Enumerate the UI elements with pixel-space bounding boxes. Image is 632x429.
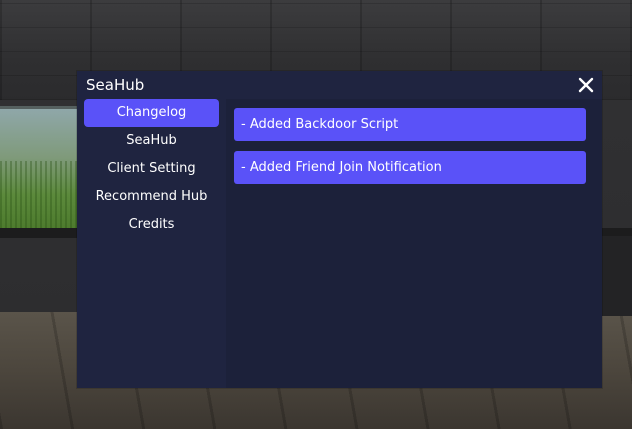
sidebar-item-recommend-hub[interactable]: Recommend Hub xyxy=(84,183,219,211)
close-button[interactable] xyxy=(574,73,598,97)
changelog-entry: - Added Friend Join Notification xyxy=(234,151,586,184)
dark-object-background xyxy=(602,236,632,316)
sidebar: Changelog SeaHub Client Setting Recommen… xyxy=(77,99,226,388)
title-bar[interactable]: SeaHub xyxy=(77,71,602,99)
seahub-window: SeaHub Changelog SeaHub Client Setting R… xyxy=(77,71,602,388)
sidebar-item-changelog[interactable]: Changelog xyxy=(84,99,219,127)
grass-window-background xyxy=(0,106,78,231)
sidebar-item-seahub[interactable]: SeaHub xyxy=(84,127,219,155)
window-title: SeaHub xyxy=(86,76,145,94)
changelog-entry: - Added Backdoor Script xyxy=(234,108,586,141)
changelog-panel: - Added Backdoor Script - Added Friend J… xyxy=(226,99,602,388)
sidebar-item-client-setting[interactable]: Client Setting xyxy=(84,155,219,183)
close-icon xyxy=(578,77,594,93)
game-viewport: SeaHub Changelog SeaHub Client Setting R… xyxy=(0,0,632,429)
sidebar-item-credits[interactable]: Credits xyxy=(84,211,219,239)
